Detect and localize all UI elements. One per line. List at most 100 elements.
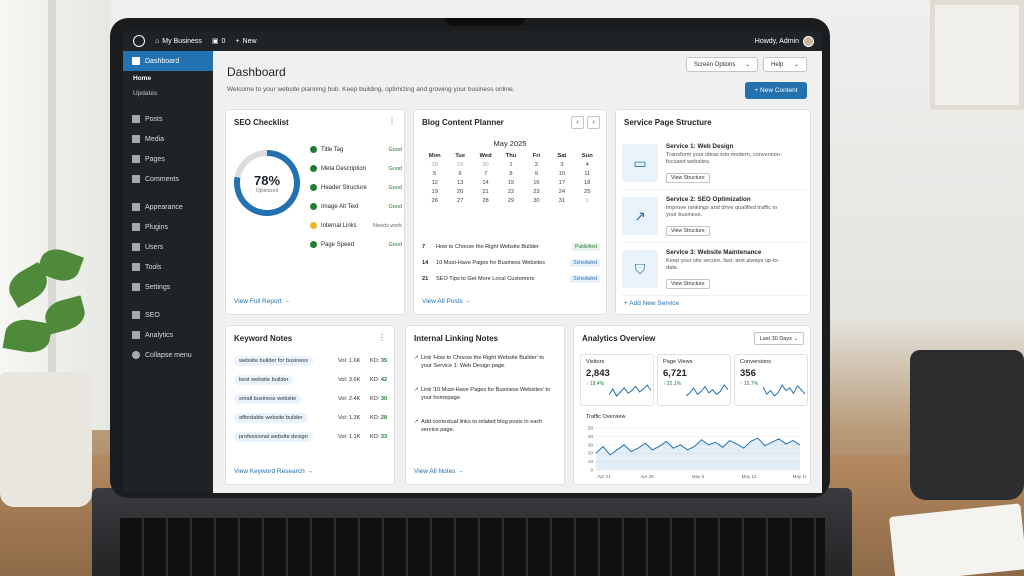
linking-note: ↗ Link 'How to Choose the Right Website B… [414,355,544,370]
prev-month-button[interactable]: ‹ [571,116,584,129]
calendar-day[interactable]: 22 [498,189,523,195]
calendar-day[interactable]: 8 [498,171,523,177]
comments-link[interactable]: ▣ 0 [212,37,226,46]
view-keyword-research-link[interactable]: View Keyword Research → [234,468,313,475]
bar-chart-icon [132,331,140,339]
calendar-day[interactable]: 1 [575,198,600,204]
notebook [888,503,1024,576]
view-all-posts-link[interactable]: View All Posts → [422,298,471,305]
sidebar-item-seo[interactable]: SEO [123,305,213,325]
calendar-day[interactable]: 29 [498,198,523,204]
next-month-button[interactable]: › [587,116,600,129]
sidebar-item-posts[interactable]: Posts [123,109,213,129]
calendar-day[interactable]: 17 [549,180,574,186]
sidebar-item-tools[interactable]: Tools [123,257,213,277]
calendar-day[interactable]: 20 [447,189,472,195]
new-content-button[interactable]: + New Content [745,82,807,99]
keyword-pill[interactable]: small business website [234,393,302,404]
sidebar-item-comments[interactable]: Comments [123,169,213,189]
x-tick-label: May 19 [793,474,806,479]
view-structure-button[interactable]: View Structure [666,279,710,289]
service-item: ▭ Service 1: Web Design Transform your ide… [622,140,807,190]
sidebar-item-users[interactable]: Users [123,237,213,257]
weekday-label: Tue [455,153,466,159]
calendar-day[interactable]: 29 [447,162,472,168]
card-title: Service Page Structure [624,118,712,127]
calendar-day[interactable]: 5 [422,171,447,177]
card-title: Keyword Notes [234,334,293,343]
calendar-day[interactable]: 30 [524,198,549,204]
calendar-day[interactable]: 6 [447,171,472,177]
calendar-day[interactable]: 31 [549,198,574,204]
view-all-notes-link[interactable]: View All Notes → [414,468,464,475]
calendar-day[interactable]: 3 [549,162,574,168]
calendar-day[interactable]: 11 [575,171,600,177]
calendar-day[interactable]: 14 [473,180,498,186]
new-link[interactable]: + New [235,38,256,45]
seo-icon [132,311,140,319]
more-menu-icon[interactable]: ⋮ [378,333,386,342]
calendar-day[interactable]: 15 [498,180,523,186]
help-button[interactable]: Help ⌄ [763,57,807,72]
sidebar-item-plugins[interactable]: Plugins [123,217,213,237]
site-link[interactable]: ⌂ My Business [155,38,202,45]
calendar-day[interactable]: 21 [473,189,498,195]
sidebar-item-settings[interactable]: Settings [123,277,213,297]
add-new-service-link[interactable]: + Add New Service [624,300,679,307]
calendar-day[interactable]: 28 [422,162,447,168]
calendar-day[interactable]: 1 [498,162,523,168]
blog-planner-card: Blog Content Planner ‹ › May 2025 Mon Tue… [413,109,607,315]
scheduled-post-row[interactable]: 14 10 Must-Have Pages for Business Websit… [422,256,600,269]
view-structure-button[interactable]: View Structure [666,226,710,236]
calendar-day[interactable]: 19 [422,189,447,195]
calendar-day[interactable]: 30 [473,162,498,168]
sidebar-item-appearance[interactable]: Appearance [123,197,213,217]
date-range-select[interactable]: Last 30 Days ⌄ [753,332,804,345]
calendar-day[interactable]: 28 [473,198,498,204]
calendar-day[interactable]: 2 [524,162,549,168]
x-tick-label: May 5 [692,474,705,479]
chart-up-icon: ↗ [622,197,658,235]
user-icon [132,243,140,251]
collapse-menu[interactable]: Collapse menu [123,345,213,365]
calendar-day[interactable]: 10 [549,171,574,177]
view-full-report-link[interactable]: View Full Report → [234,298,290,305]
wordpress-logo-icon[interactable] [133,35,145,47]
scheduled-post-row[interactable]: 7 How to Choose the Right Website Builder… [422,240,600,253]
calendar-day[interactable]: 18 [575,180,600,186]
calendar-day[interactable]: 25 [575,189,600,195]
more-menu-icon[interactable]: ⋮ [388,117,396,126]
calendar-day[interactable]: 13 [447,180,472,186]
screen-options-button[interactable]: Screen Options ⌄ [686,57,758,72]
view-structure-button[interactable]: View Structure [666,173,710,183]
calendar-day[interactable]: 27 [447,198,472,204]
keyword-pill[interactable]: website builder for business [234,355,314,366]
service-structure-card: Service Page Structure ▭ Service 1: Web D… [615,109,811,315]
calendar-day[interactable]: 24 [549,189,574,195]
calendar-day[interactable]: 23 [524,189,549,195]
sidebar-item-media[interactable]: Media [123,129,213,149]
sidebar-sub-home[interactable]: Home [123,71,213,86]
service-item: ⛉ Service 3: Website Maintenance Keep your… [622,246,807,296]
calendar-day[interactable]: 12 [422,180,447,186]
calendar-day[interactable]: 9 [524,171,549,177]
scheduled-post-row[interactable]: 21 SEO Tips to Get More Local Customers Sc… [422,272,600,285]
calendar-day[interactable]: 4 [575,162,600,168]
keyword-pill[interactable]: affordable website builder [234,412,308,423]
sidebar-item-pages[interactable]: Pages [123,149,213,169]
sidebar-item-dashboard[interactable]: Dashboard [123,51,213,71]
calendar-day[interactable]: 7 [473,171,498,177]
keyword-row: small business website Vol: 2.4K KD: 30 [234,392,390,405]
calendar-day[interactable]: 16 [524,180,549,186]
card-title: SEO Checklist [234,118,289,127]
shield-icon: ⛉ [622,250,658,288]
settings-icon [132,283,140,291]
y-tick-label: 40 [588,434,594,439]
sidebar-item-analytics[interactable]: Analytics [123,325,213,345]
calendar-day[interactable]: 26 [422,198,447,204]
keyword-pill[interactable]: professional website design [234,431,313,442]
sidebar-sub-updates[interactable]: Updates [123,86,213,101]
keyword-pill[interactable]: best website builder [234,374,294,385]
account-menu[interactable]: Howdy, Admin [755,35,814,47]
pin-icon [132,115,140,123]
